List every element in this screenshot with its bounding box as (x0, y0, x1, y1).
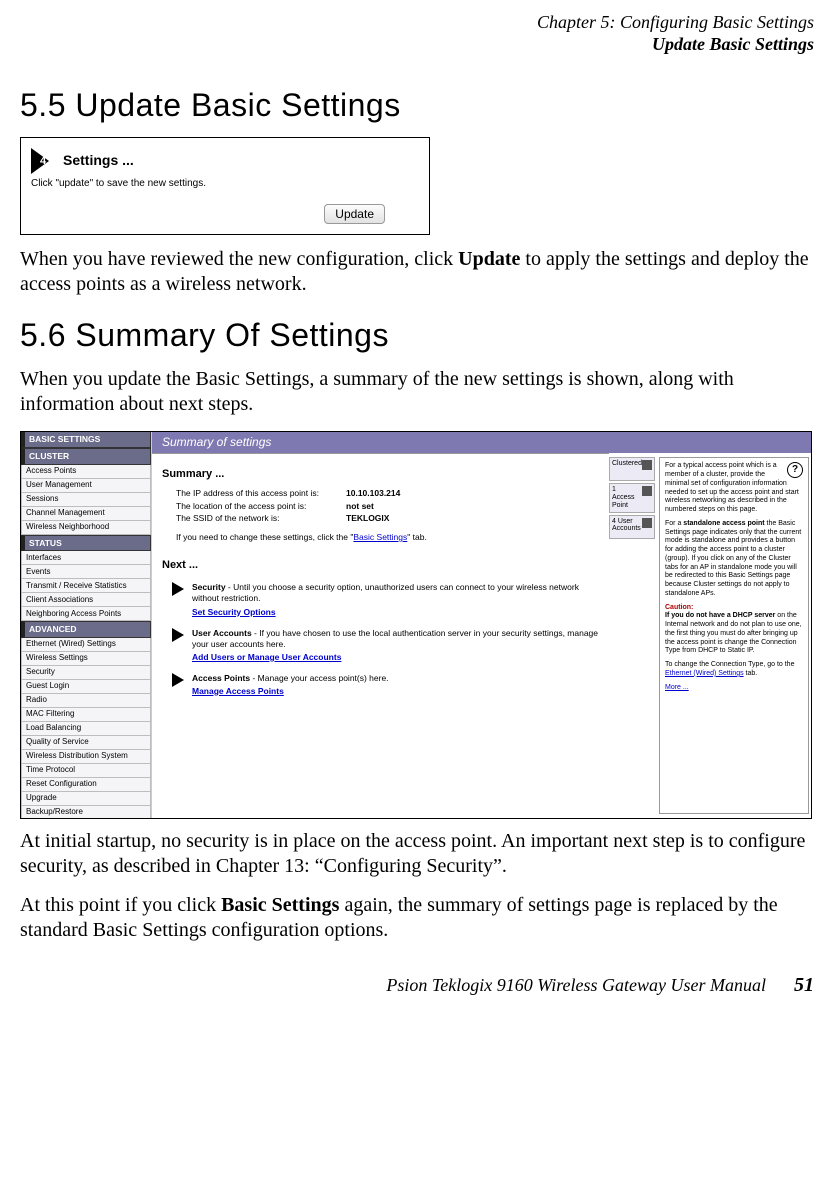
nav-item[interactable]: Wireless Distribution System (21, 750, 151, 764)
nav-item[interactable]: Transmit / Receive Statistics (21, 579, 151, 593)
nav-item[interactable]: Upgrade (21, 792, 151, 806)
heading-5-6: 5.6 Summary Of Settings (20, 315, 814, 355)
nav-item[interactable]: Interfaces (21, 551, 151, 565)
nav-item[interactable]: Channel Management (21, 507, 151, 521)
nav-header-advanced: ADVANCED (21, 621, 151, 638)
status-chip-icon (642, 486, 652, 496)
update-button[interactable]: Update (324, 204, 385, 224)
nav-header-basic[interactable]: BASIC SETTINGS (21, 432, 151, 448)
help-p1: For a typical access point which is a me… (665, 462, 803, 515)
settings-heading: Settings ... (63, 152, 134, 170)
summary-content: Summary ... The IP address of this acces… (152, 453, 609, 818)
nav-item[interactable]: Neighboring Access Points (21, 607, 151, 621)
para-5-6-intro: When you update the Basic Settings, a su… (20, 367, 814, 417)
next-step-link[interactable]: Set Security Options (192, 607, 276, 618)
status-chip-icon (642, 518, 652, 528)
next-step-item: Security - Until you choose a security o… (172, 582, 599, 617)
next-step-item: Access Points - Manage your access point… (172, 673, 599, 697)
nav-header-cluster: CLUSTER (21, 448, 151, 465)
section-title: Update Basic Settings (20, 34, 814, 56)
status-chip[interactable]: 1 Access Point (609, 483, 655, 512)
chapter-title: Chapter 5: Configuring Basic Settings (20, 12, 814, 34)
summary-row: The SSID of the network is:TEKLOGIX (176, 513, 599, 524)
nav-item[interactable]: Backup/Restore (21, 806, 151, 819)
nav-item[interactable]: Guest Login (21, 680, 151, 694)
manual-title: Psion Teklogix 9160 Wireless Gateway Use… (386, 974, 766, 997)
summary-heading: Summary ... (162, 468, 599, 482)
closing-p2: At this point if you click Basic Setting… (20, 893, 814, 943)
closing-p1: At initial startup, no security is in pl… (20, 829, 814, 879)
step-number: 4 (40, 155, 46, 167)
status-chip[interactable]: 4 User Accounts (609, 515, 655, 539)
arrow-icon (172, 673, 186, 687)
nav-item[interactable]: Load Balancing (21, 722, 151, 736)
para-5-5: When you have reviewed the new configura… (20, 247, 814, 297)
page-title-bar: Summary of settings (152, 432, 811, 453)
nav-item[interactable]: Wireless Neighborhood (21, 521, 151, 535)
nav-item[interactable]: Access Points (21, 465, 151, 479)
nav-item[interactable]: Reset Configuration (21, 778, 151, 792)
next-heading: Next ... (162, 559, 599, 573)
nav-item[interactable]: Radio (21, 694, 151, 708)
nav-item[interactable]: Security (21, 666, 151, 680)
nav-item[interactable]: Quality of Service (21, 736, 151, 750)
nav-item[interactable]: User Management (21, 479, 151, 493)
status-chip[interactable]: Clustered (609, 457, 655, 481)
help-p2: For a standalone access point the Basic … (665, 520, 803, 599)
nav-header-status: STATUS (21, 535, 151, 552)
summary-row: The IP address of this access point is:1… (176, 488, 599, 499)
nav-item[interactable]: Wireless Settings (21, 652, 151, 666)
help-panel: ? For a typical access point which is a … (659, 457, 809, 814)
caution-label: Caution: (665, 604, 693, 611)
nav-sidebar: BASIC SETTINGS CLUSTER Access PointsUser… (21, 432, 152, 818)
arrow-icon (172, 628, 186, 642)
nav-item[interactable]: Sessions (21, 493, 151, 507)
nav-item[interactable]: Ethernet (Wired) Settings (21, 638, 151, 652)
arrow-icon (172, 582, 186, 596)
summary-screenshot: BASIC SETTINGS CLUSTER Access PointsUser… (20, 431, 812, 819)
page-footer: Psion Teklogix 9160 Wireless Gateway Use… (20, 973, 814, 998)
nav-item[interactable]: Client Associations (21, 593, 151, 607)
settings-panel-figure: 4 Settings ... Click "update" to save th… (20, 137, 430, 235)
ethernet-settings-link[interactable]: Ethernet (Wired) Settings (665, 670, 744, 677)
nav-item[interactable]: MAC Filtering (21, 708, 151, 722)
help-p4: To change the Connection Type, go to the… (665, 661, 803, 679)
nav-item[interactable]: Events (21, 565, 151, 579)
basic-settings-link[interactable]: Basic Settings (353, 532, 407, 542)
next-step-link[interactable]: Add Users or Manage User Accounts (192, 652, 341, 663)
summary-note: If you need to change these settings, cl… (176, 532, 599, 543)
running-header: Chapter 5: Configuring Basic Settings Up… (20, 12, 814, 55)
more-link[interactable]: More ... (665, 684, 689, 691)
next-step-item: User Accounts - If you have chosen to us… (172, 628, 599, 663)
heading-5-5: 5.5 Update Basic Settings (20, 85, 814, 125)
page-number: 51 (794, 973, 814, 998)
summary-row: The location of the access point is:not … (176, 501, 599, 512)
nav-item[interactable]: Time Protocol (21, 764, 151, 778)
status-chip-icon (642, 460, 652, 470)
next-step-link[interactable]: Manage Access Points (192, 686, 284, 697)
settings-subtext: Click "update" to save the new settings. (31, 178, 415, 191)
step-arrow-icon: 4 (31, 148, 57, 174)
